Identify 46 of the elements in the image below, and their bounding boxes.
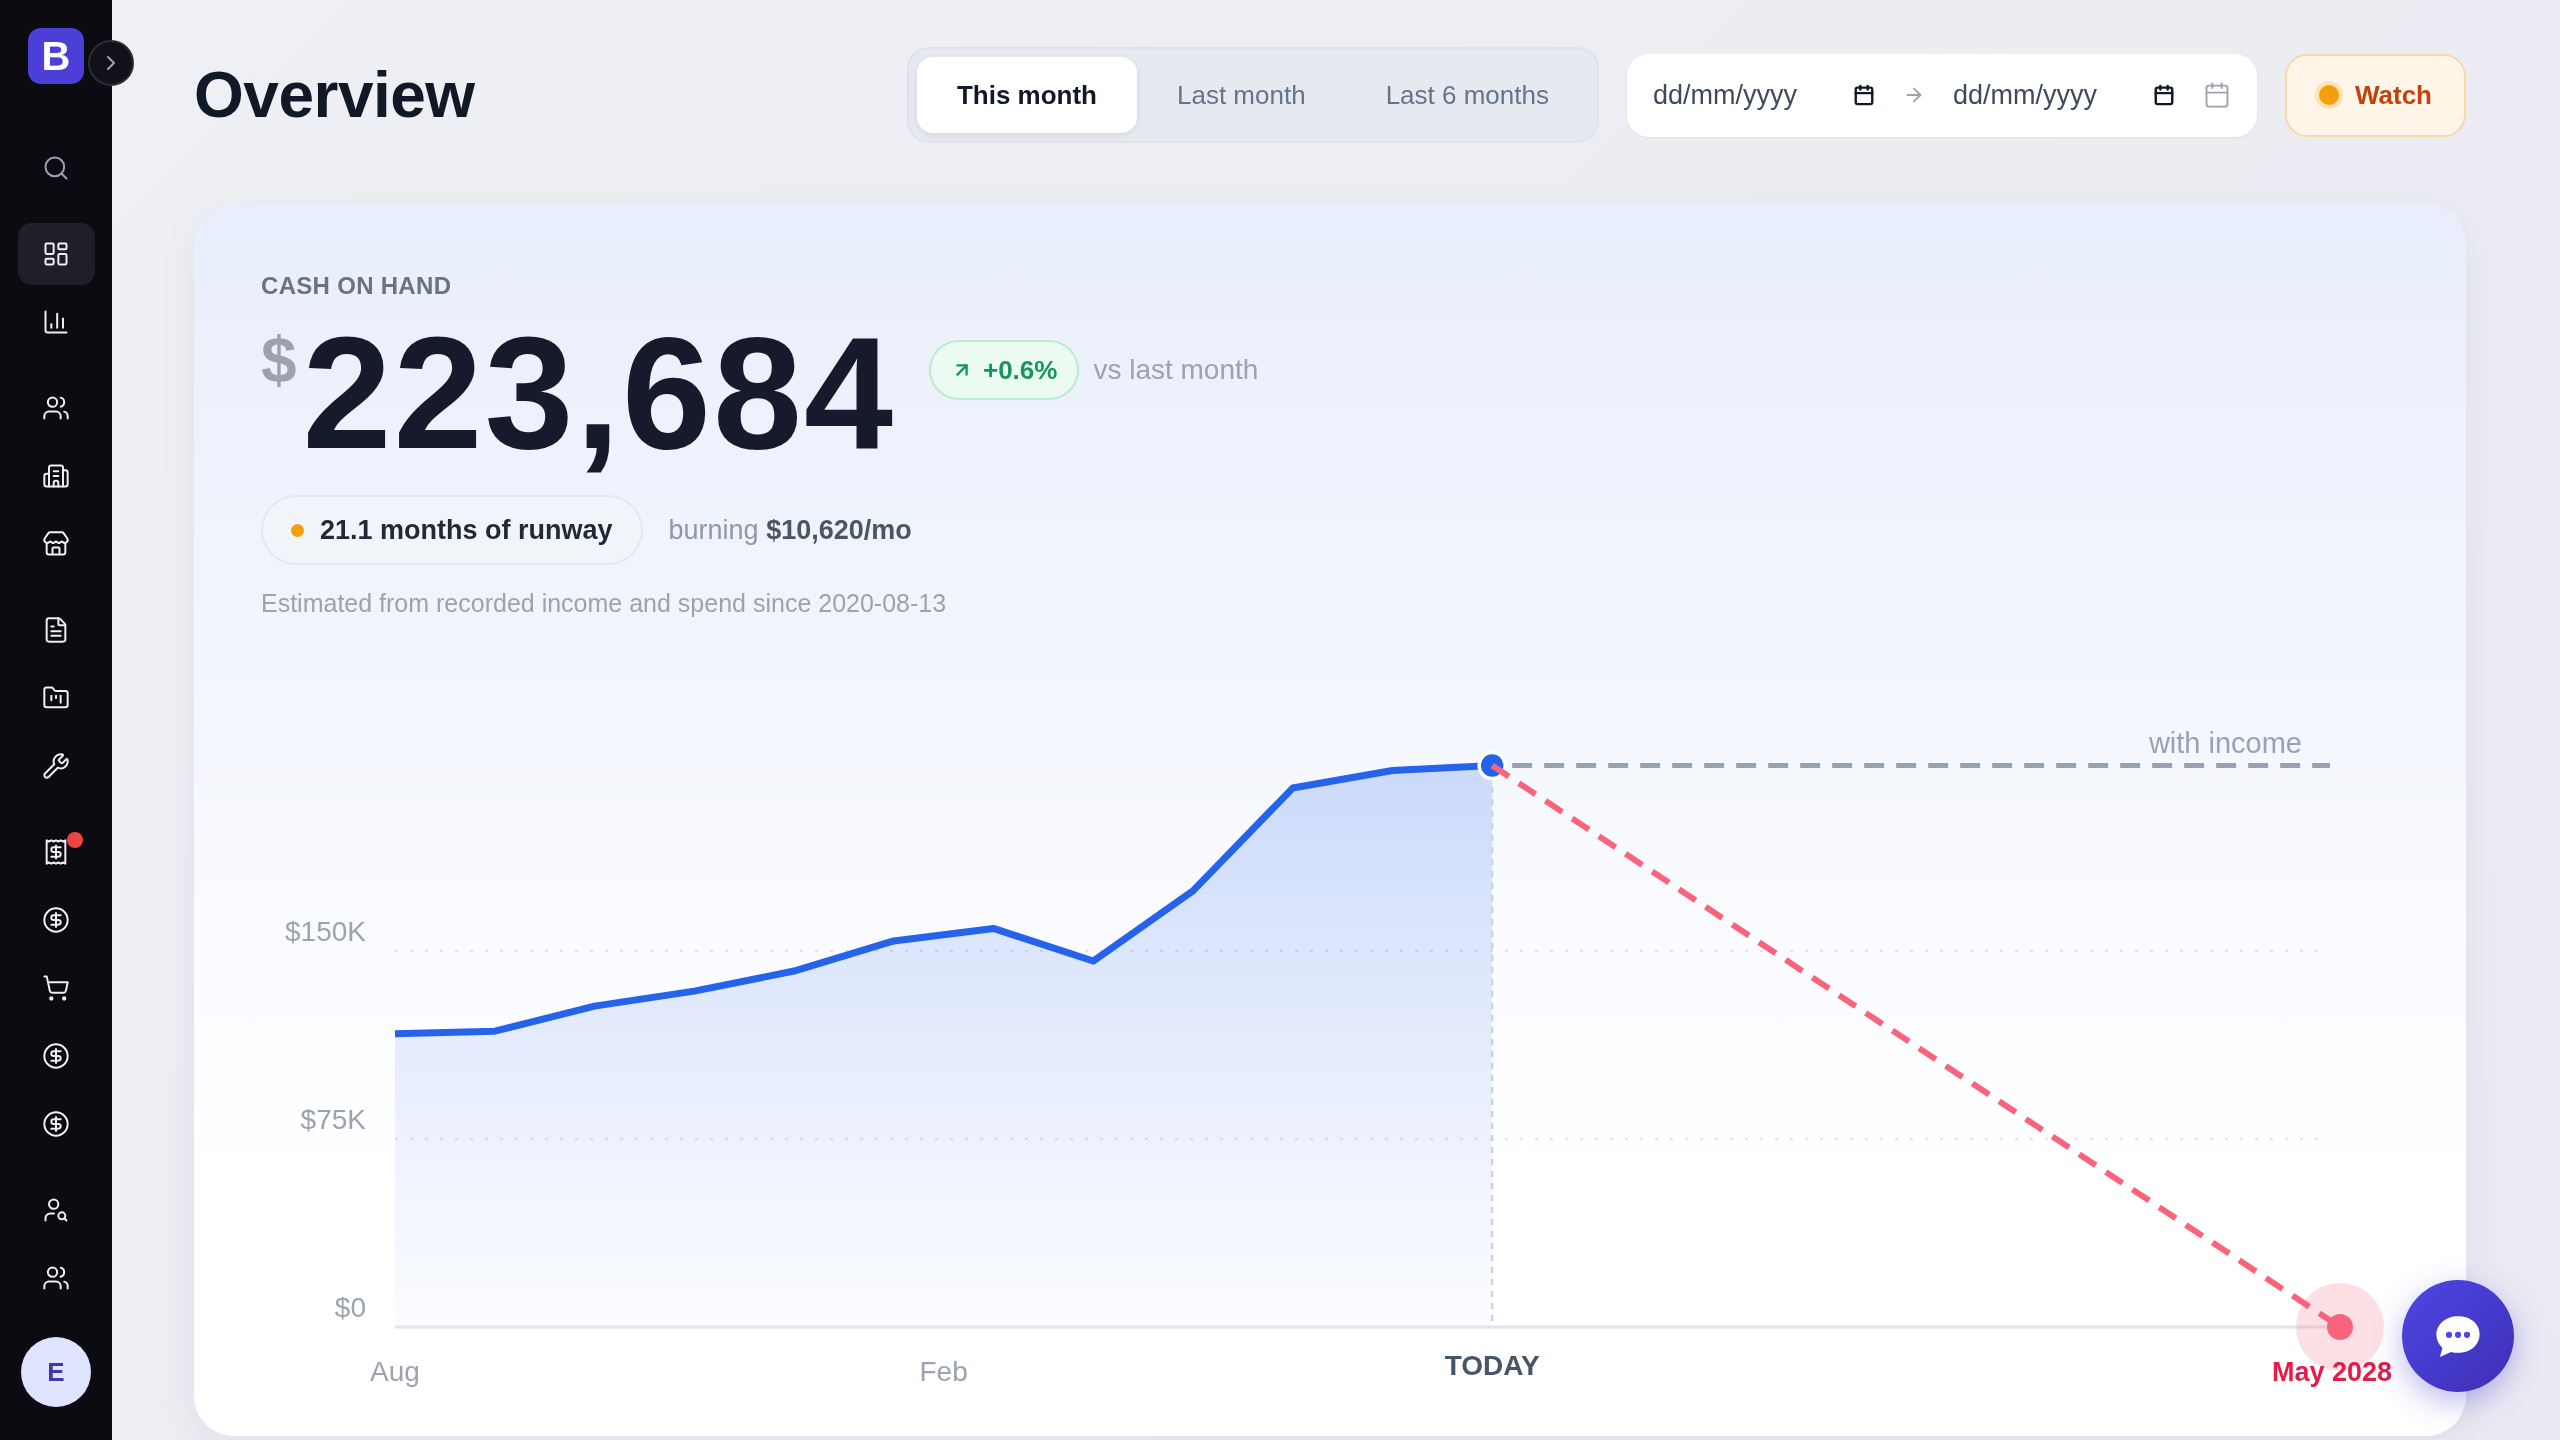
nav-button[interactable] xyxy=(17,223,95,285)
change-value: +0.6% xyxy=(982,354,1058,386)
y-axis-label: $0 xyxy=(334,1292,366,1323)
card-label: CASH ON HAND xyxy=(261,271,452,300)
building-icon xyxy=(42,462,70,490)
chat-button[interactable] xyxy=(2402,1280,2514,1392)
x-axis-label: May 2028 xyxy=(2271,1357,2393,1387)
dollar-circle-icon xyxy=(42,1110,70,1138)
watch-button[interactable]: Watch xyxy=(2284,53,2466,137)
cash-amount: 223,684 xyxy=(302,314,895,472)
users-icon xyxy=(42,394,70,422)
users-icon xyxy=(42,1264,70,1292)
status-dot-icon xyxy=(2318,85,2339,105)
period-tab[interactable]: This month xyxy=(916,57,1137,133)
search-icon xyxy=(42,154,70,182)
calendar-icon[interactable] xyxy=(2152,84,2175,106)
x-axis-label: Feb xyxy=(919,1356,968,1387)
cart-icon xyxy=(42,974,70,1002)
x-axis-label: TODAY xyxy=(1444,1350,1540,1381)
period-tab[interactable]: Last month xyxy=(1137,57,1346,133)
dollar-circle-icon xyxy=(42,906,70,934)
estimate-note: Estimated from recorded income and spend since 2020-08-13 xyxy=(261,588,947,618)
bar-chart-icon xyxy=(42,308,70,336)
calendar-icon[interactable] xyxy=(1852,84,1875,106)
wrench-icon xyxy=(42,752,70,780)
runway-text: 21.1 months of runway xyxy=(320,514,613,546)
y-axis-label: $75K xyxy=(300,1104,366,1135)
point-marker-icon xyxy=(1477,750,1507,781)
currency-symbol: $ xyxy=(261,328,297,392)
y-axis-label: $150K xyxy=(285,916,366,947)
page-title: Overview xyxy=(194,58,476,132)
burn-rate-text: burning $10,620/mo xyxy=(668,514,912,546)
user-search-icon xyxy=(42,1196,70,1224)
logo: B xyxy=(28,28,84,84)
reference-label: with income xyxy=(2148,726,2302,759)
period-tab[interactable]: Last 6 months xyxy=(1345,57,1589,133)
dollar-circle-icon xyxy=(42,1042,70,1070)
chat-bubble-icon xyxy=(2435,1315,2481,1357)
avatar[interactable]: E xyxy=(21,1337,91,1407)
grid-icon xyxy=(42,240,70,268)
x-axis-label: Aug xyxy=(370,1356,420,1387)
store-icon xyxy=(42,530,70,558)
comparison-text: vs last month xyxy=(1093,353,1259,387)
date-input[interactable]: dd/mm/yyyy xyxy=(1952,79,2125,111)
expand-button[interactable] xyxy=(88,40,134,86)
date-input[interactable]: dd/mm/yyyy xyxy=(1652,79,1825,111)
